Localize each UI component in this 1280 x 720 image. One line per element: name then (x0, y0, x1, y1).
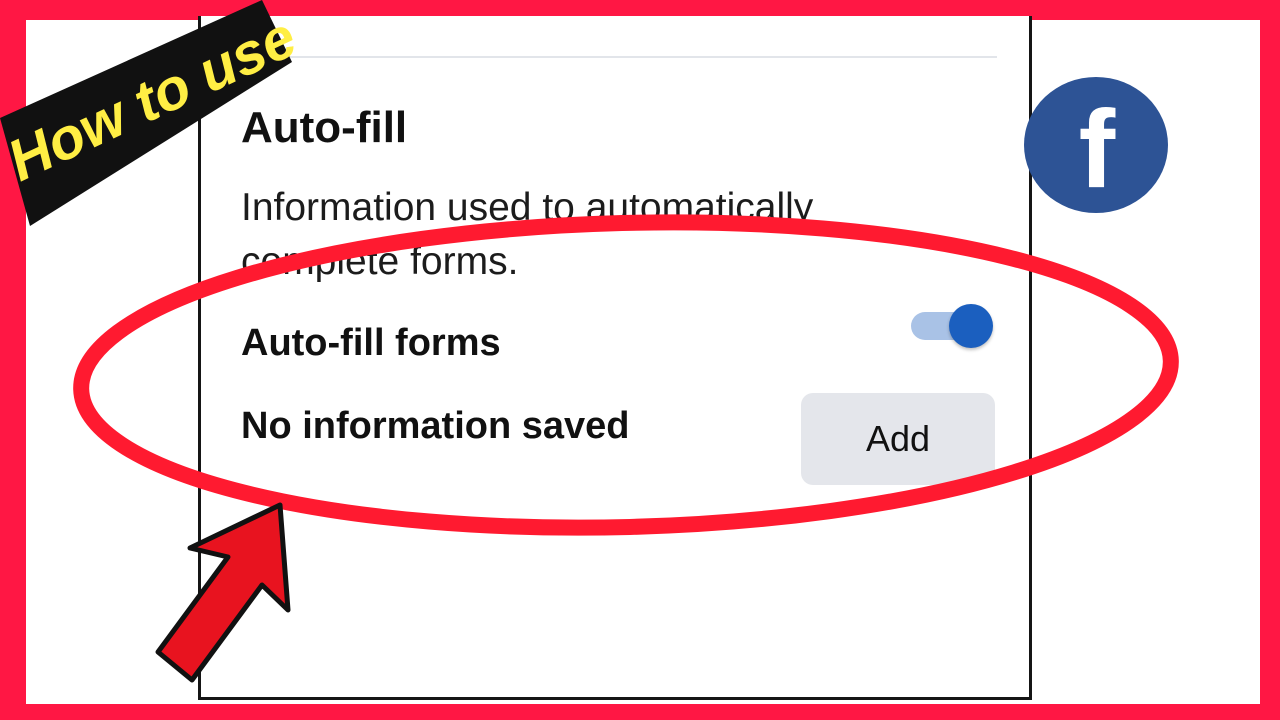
facebook-icon: f (1024, 77, 1168, 213)
facebook-logo-glyph: f (1079, 88, 1116, 211)
autofill-forms-toggle[interactable] (911, 304, 995, 348)
settings-panel: Auto-fill Information used to automatica… (198, 16, 1032, 700)
saved-info-label: No information saved (241, 405, 630, 447)
add-button[interactable]: Add (801, 393, 995, 485)
toggle-knob (949, 304, 993, 348)
divider (241, 56, 997, 58)
section-description: Information used to automatically comple… (241, 186, 814, 283)
autofill-forms-label: Auto-fill forms (241, 322, 501, 364)
how-to-use-badge: How to use (0, 0, 300, 226)
